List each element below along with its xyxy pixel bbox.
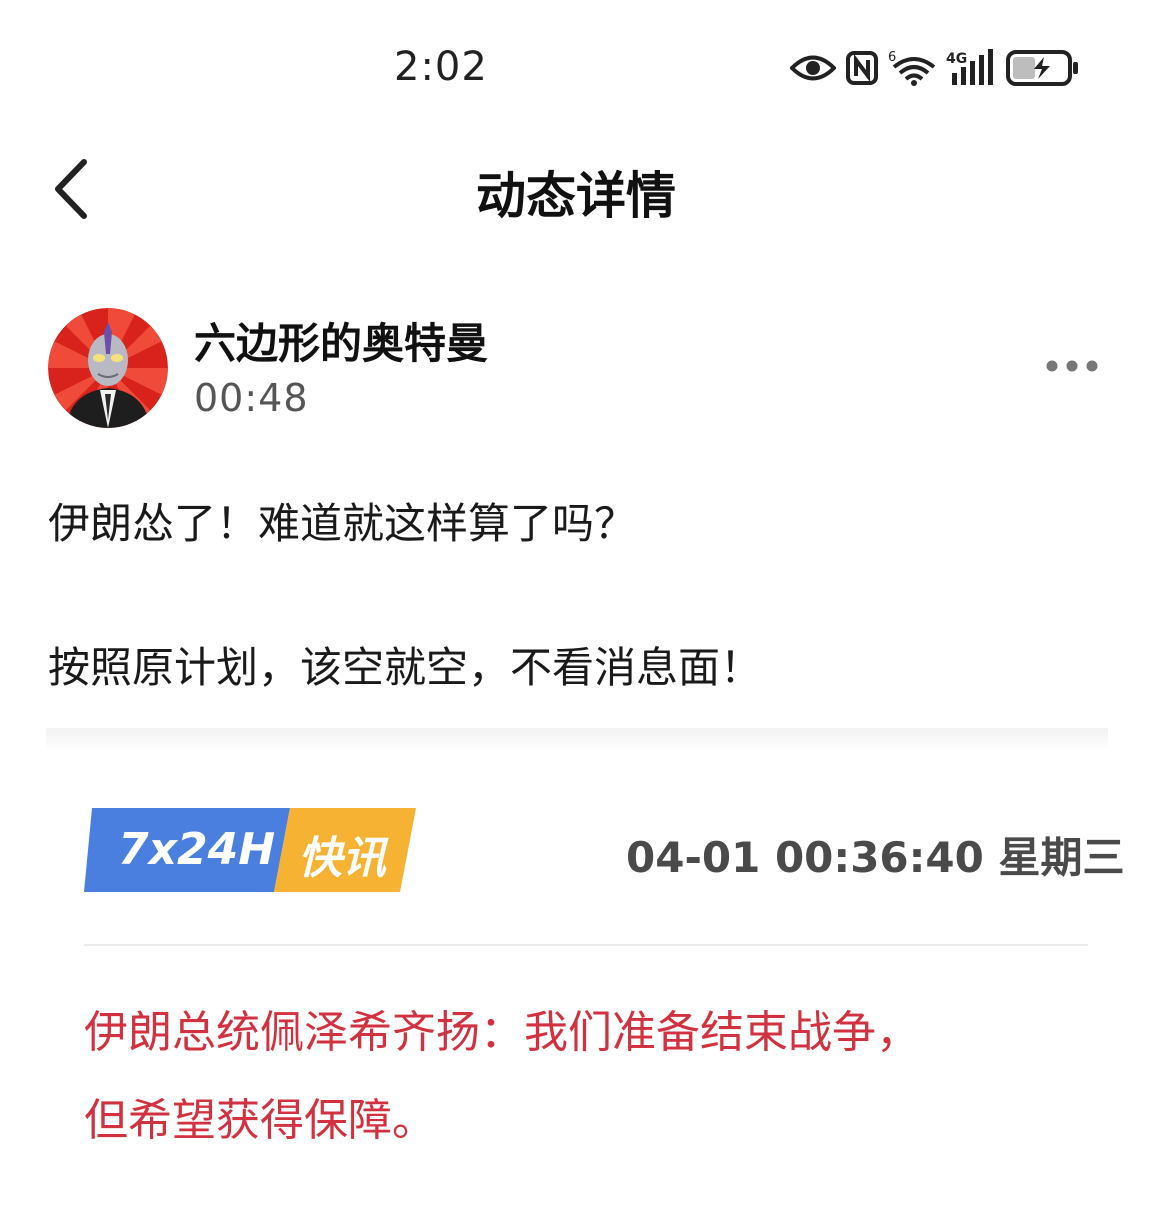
avatar-image	[48, 308, 168, 428]
image-top-edge	[46, 728, 1108, 752]
post-text-line: 按照原计划，该空就空，不看消息面！	[48, 643, 763, 692]
author-row: 六边形的奥特曼 00:48	[48, 306, 1108, 430]
flash-news-badge: 7x24H 快讯	[84, 808, 416, 892]
news-datetime: 04-01 00:36:40 星期三	[626, 833, 1125, 882]
badge-label-flash: 快讯	[298, 833, 386, 884]
badge-label-24h: 7x24H	[118, 824, 276, 875]
status-time: 2:02	[394, 44, 488, 90]
author-name[interactable]: 六边形的奥特曼	[194, 310, 488, 371]
news-headline-line: 但希望获得保障。	[84, 1095, 436, 1146]
post-text-line: 伊朗怂了！难道就这样算了吗？	[48, 499, 637, 548]
page-title: 动态详情	[476, 167, 676, 225]
news-headline-line: 伊朗总统佩泽希齐扬：我们准备结束战争，	[84, 1007, 920, 1058]
eye-comfort-icon	[790, 55, 836, 81]
wifi-6-icon: 6	[888, 50, 936, 86]
navigation-header: 动态详情	[0, 140, 1152, 240]
signal-4g-icon: 4G	[946, 49, 993, 85]
embedded-news-image[interactable]: 7x24H 快讯 04-01 00:36:40 星期三 伊朗总统佩泽希齐扬：我们…	[46, 728, 1125, 1198]
nfc-icon	[846, 51, 878, 85]
battery-charging-icon	[1006, 50, 1078, 86]
post-time: 00:48	[194, 376, 309, 420]
status-bar: 2:02 6 4G	[0, 0, 1152, 130]
network-type-label: 4G	[946, 51, 967, 67]
status-icons: 6 4G	[790, 46, 1080, 90]
more-dots-icon	[1046, 360, 1098, 372]
more-button[interactable]	[1044, 354, 1104, 378]
avatar[interactable]	[48, 308, 168, 428]
divider	[84, 944, 1088, 946]
wifi-generation-label: 6	[888, 50, 896, 65]
